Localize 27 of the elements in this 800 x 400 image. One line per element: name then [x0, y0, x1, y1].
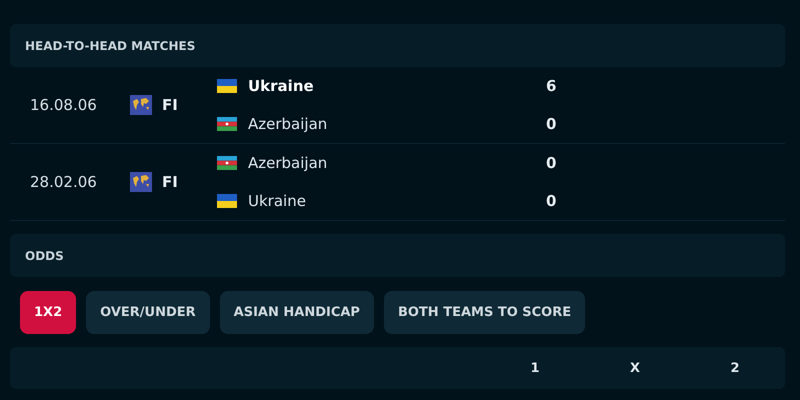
team-score: 0: [546, 154, 556, 172]
team-score: 6: [546, 77, 556, 95]
market-tab[interactable]: 1X2: [20, 291, 76, 334]
flag-icon: [217, 79, 237, 93]
match-date: 16.08.06: [29, 96, 98, 114]
column-heading: 2: [729, 360, 741, 376]
team-name: Ukraine: [248, 77, 315, 95]
competition-code: FI: [162, 173, 179, 191]
column-heading: X: [628, 360, 642, 376]
team-score: 0: [546, 192, 556, 210]
team-score: 0: [546, 115, 556, 133]
world-map-icon: [130, 95, 152, 115]
flag-icon: [217, 156, 237, 170]
section-title: HEAD-TO-HEAD MATCHES: [25, 38, 196, 52]
world-map-icon: [130, 172, 152, 192]
match-date: 28.02.06: [29, 173, 98, 191]
competition-code: FI: [162, 96, 179, 114]
column-heading: 1: [529, 360, 541, 376]
team-name: Ukraine: [248, 192, 307, 210]
team-name: Azerbaijan: [248, 115, 328, 133]
flag-icon: [217, 117, 237, 131]
market-tab[interactable]: BOTH TEAMS TO SCORE: [384, 291, 586, 334]
team-name: Azerbaijan: [248, 154, 328, 172]
flag-icon: [217, 194, 237, 208]
market-tab[interactable]: ASIAN HANDICAP: [220, 291, 374, 334]
section-title: ODDS: [25, 248, 64, 262]
market-tab[interactable]: OVER/UNDER: [86, 291, 210, 334]
